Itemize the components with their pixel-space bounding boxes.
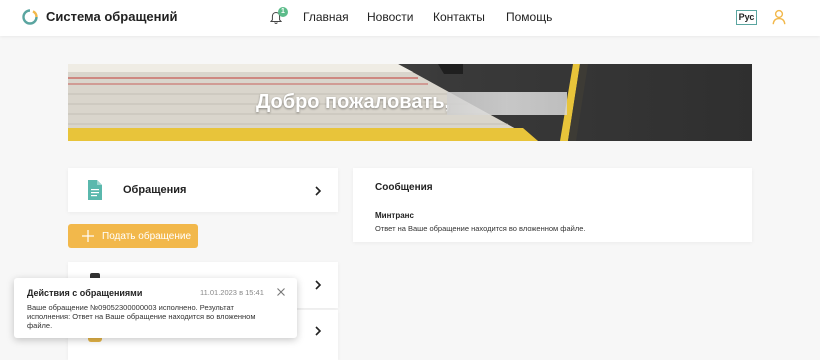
submit-appeal-label: Подать обращение bbox=[102, 231, 192, 242]
chevron-right-icon bbox=[315, 186, 322, 196]
chevron-right-icon bbox=[315, 280, 322, 290]
top-header: Система обращений 1 Главная Новости Конт… bbox=[0, 0, 820, 36]
nav-news[interactable]: Новости bbox=[367, 10, 413, 24]
brand-title[interactable]: Система обращений bbox=[46, 9, 178, 24]
nav-help[interactable]: Помощь bbox=[506, 10, 552, 24]
message-sender[interactable]: Минтранс bbox=[375, 211, 414, 220]
notification-badge: 1 bbox=[278, 7, 288, 17]
user-icon[interactable] bbox=[772, 9, 786, 25]
welcome-banner: Добро пожаловать, bbox=[68, 64, 752, 141]
nav-home[interactable]: Главная bbox=[303, 10, 349, 24]
close-icon[interactable] bbox=[276, 287, 286, 297]
nav-contacts[interactable]: Контакты bbox=[433, 10, 485, 24]
plus-icon bbox=[82, 230, 94, 242]
notification-toast: Действия с обращениями 11.01.2023 в 15:4… bbox=[14, 278, 297, 338]
toast-body: Ваше обращение №09052300000003 исполнено… bbox=[27, 303, 256, 330]
toast-timestamp: 11.01.2023 в 15:41 bbox=[200, 288, 264, 297]
welcome-title: Добро пожаловать, bbox=[256, 91, 451, 113]
messages-title: Сообщения bbox=[375, 182, 433, 193]
message-text[interactable]: Ответ на Ваше обращение находится во вло… bbox=[375, 224, 585, 233]
submit-appeal-button[interactable]: Подать обращение bbox=[68, 224, 198, 248]
chevron-right-icon bbox=[315, 326, 322, 336]
user-name-redacted bbox=[447, 92, 567, 115]
logo-icon[interactable] bbox=[22, 9, 38, 25]
language-switch[interactable]: Рус bbox=[736, 10, 757, 25]
appeals-label: Обращения bbox=[123, 184, 187, 196]
appeals-card[interactable]: Обращения bbox=[68, 168, 338, 212]
messages-panel: Сообщения Минтранс Ответ на Ваше обращен… bbox=[353, 168, 752, 242]
document-icon bbox=[88, 180, 102, 200]
toast-title: Действия с обращениями bbox=[27, 288, 143, 298]
